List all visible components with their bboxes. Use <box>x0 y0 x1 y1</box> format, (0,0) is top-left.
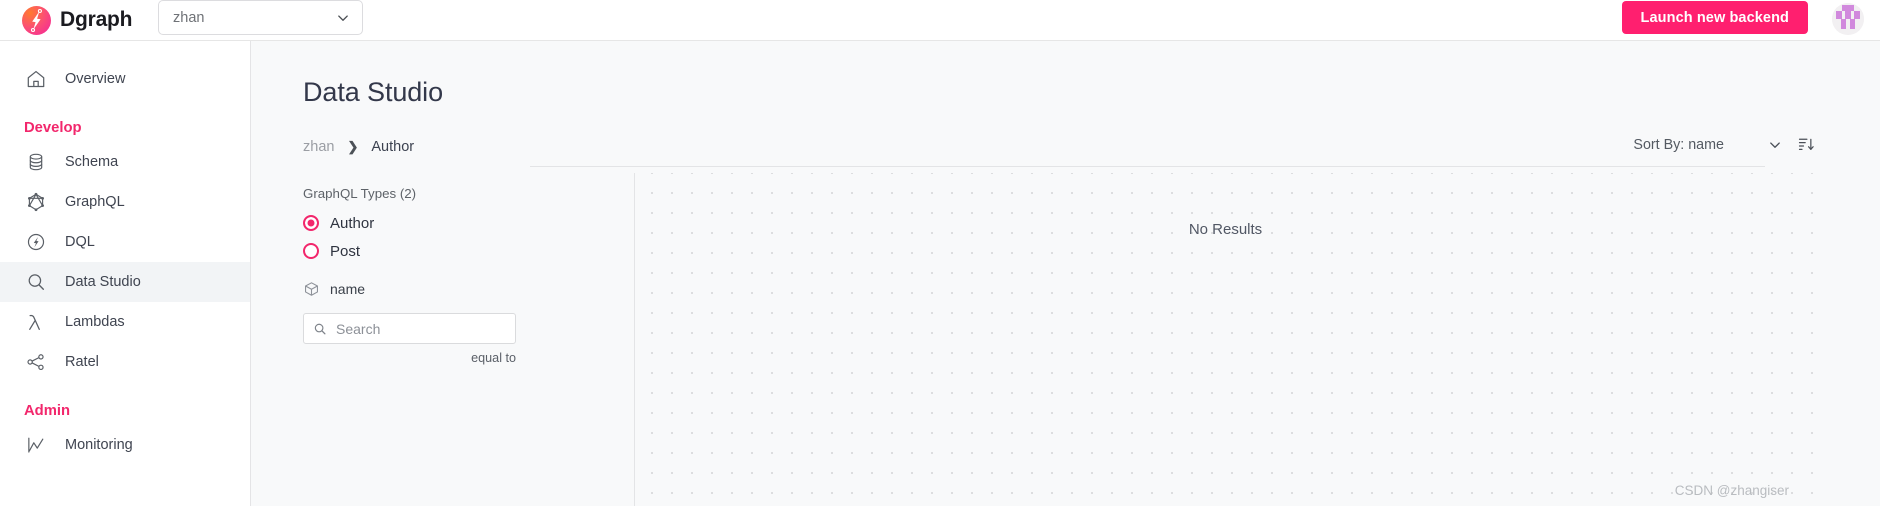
sidebar-item-label: Data Studio <box>65 274 141 290</box>
breadcrumb-namespace[interactable]: zhan <box>303 139 334 155</box>
filter-operator-label: equal to <box>471 351 516 365</box>
sidebar-item-label: Schema <box>65 154 119 170</box>
lightning-bolt-glyph <box>30 8 42 32</box>
node-graph-icon <box>24 350 48 374</box>
sidebar-item-label: Ratel <box>65 354 99 370</box>
chevron-down-icon <box>338 14 348 21</box>
lambda-icon <box>24 310 48 334</box>
line-chart-icon <box>24 433 48 457</box>
breadcrumb-bar: zhan ❯ Author Sort By: name <box>303 134 1815 170</box>
sort-descending-icon[interactable] <box>1798 136 1815 153</box>
namespace-select-value: zhan <box>173 9 205 26</box>
chevron-down-icon[interactable] <box>1768 138 1782 152</box>
breadcrumb-current-type[interactable]: Author <box>371 139 414 155</box>
avatar[interactable] <box>1832 3 1864 35</box>
search-icon <box>314 323 326 334</box>
field-row-name: name <box>303 276 634 302</box>
empty-state-message: No Results <box>1188 221 1263 238</box>
sidebar-item-lambdas[interactable]: Lambdas <box>0 302 250 342</box>
user-identicon-avatar-icon <box>1832 3 1864 35</box>
page-title: Data Studio <box>303 77 443 107</box>
radio-button-selected-icon[interactable] <box>303 215 319 231</box>
dgraph-bolt-logo-icon <box>22 5 51 35</box>
search-input[interactable] <box>336 320 506 337</box>
sidebar-item-data-studio[interactable]: Data Studio <box>0 262 250 302</box>
sidebar-item-graphql[interactable]: GraphQL <box>0 182 250 222</box>
type-option-post[interactable]: Post <box>303 238 634 264</box>
sidebar-item-dql[interactable]: DQL <box>0 222 250 262</box>
launch-new-backend-button[interactable]: Launch new backend <box>1621 1 1808 34</box>
sidebar-item-label: GraphQL <box>65 194 125 210</box>
namespace-select[interactable]: zhan <box>158 0 363 35</box>
type-option-label: Post <box>330 242 361 260</box>
brand-logo[interactable]: Dgraph <box>22 5 133 35</box>
sidebar-item-label: Monitoring <box>65 437 133 453</box>
main-content: Data Studio zhan ❯ Author Sort By: name <box>251 41 1880 506</box>
sidebar-group-admin: Admin <box>24 403 71 419</box>
sidebar: Overview Develop Schema GraphQL DQL Data… <box>0 41 251 506</box>
sidebar-item-label: Lambdas <box>65 314 125 330</box>
breadcrumb-separator-icon: ❯ <box>347 139 359 154</box>
database-icon <box>24 150 48 174</box>
breadcrumb: zhan ❯ Author <box>303 134 1815 160</box>
graphql-types-heading: GraphQL Types (2) <box>303 186 417 201</box>
sidebar-item-monitoring[interactable]: Monitoring <box>0 425 250 465</box>
graphql-icon <box>24 190 48 214</box>
results-canvas[interactable]: No Results CSDN @zhangiser <box>636 173 1815 506</box>
content-divider <box>530 166 1765 167</box>
type-option-label: Author <box>330 214 375 232</box>
dql-bolt-icon <box>24 230 48 254</box>
watermark: CSDN @zhangiser <box>1674 483 1789 498</box>
sidebar-group-develop: Develop <box>24 120 82 136</box>
sidebar-item-overview[interactable]: Overview <box>0 59 250 99</box>
brand-name: Dgraph <box>60 8 133 31</box>
sidebar-item-schema[interactable]: Schema <box>0 142 250 182</box>
type-option-author[interactable]: Author <box>303 210 634 236</box>
home-icon <box>24 67 48 91</box>
dgraph-cloud-app: Dgraph zhan Launch new backend Overview … <box>0 0 1880 506</box>
radio-button-icon[interactable] <box>303 243 319 259</box>
cube-icon <box>305 281 318 296</box>
sidebar-item-label: Overview <box>65 71 126 87</box>
sidebar-item-ratel[interactable]: Ratel <box>0 342 250 382</box>
field-label: name <box>330 281 366 297</box>
sort-controls: Sort By: name <box>1633 136 1815 153</box>
sort-by-label[interactable]: Sort By: name <box>1633 137 1724 153</box>
search-box[interactable] <box>303 313 516 344</box>
sidebar-item-label: DQL <box>65 234 95 250</box>
magnifier-icon <box>24 270 48 294</box>
filter-panel: GraphQL Types (2) Author Post name Searc… <box>303 173 635 506</box>
top-bar: Dgraph zhan Launch new backend <box>0 0 1880 41</box>
